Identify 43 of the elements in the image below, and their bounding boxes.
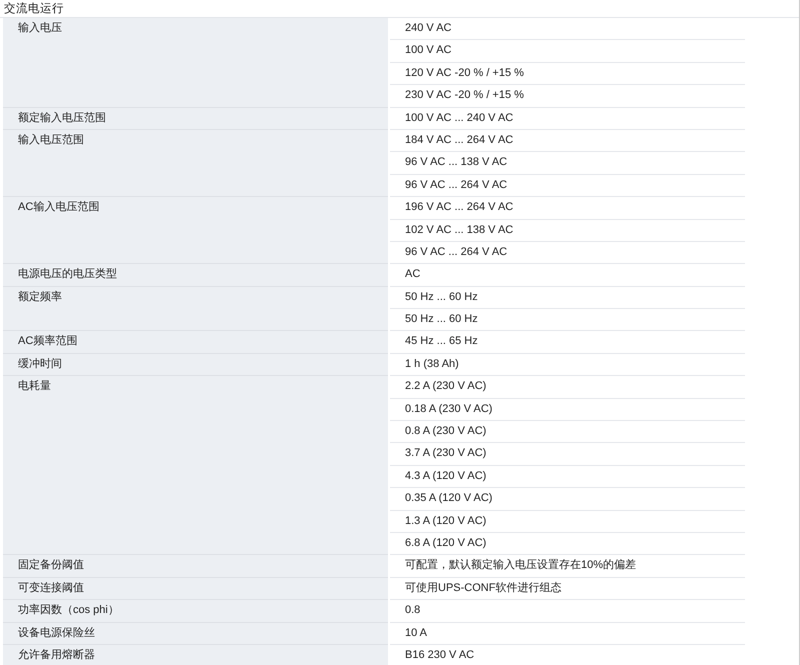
parameter-value: 184 V AC ... 264 V AC [389,129,745,152]
parameter-value: B16 230 V AC [389,644,745,665]
parameter-name: 设备电源保险丝 [3,622,389,644]
parameter-value: 240 V AC [389,18,745,40]
parameter-value: 4.3 A (120 V AC) [389,465,745,488]
parameter-name: 允许备用熔断器 [3,644,389,665]
parameter-value: 0.8 [389,600,745,622]
parameter-value: 45 Hz ... 65 Hz [389,330,745,354]
parameter-name: 输入电压范围 [3,129,389,197]
parameter-value: 可配置，默认额定输入电压设置存在10%的偏差 [389,554,745,578]
parameter-value: 100 V AC ... 240 V AC [389,107,745,130]
parameter-value: 102 V AC ... 138 V AC [389,219,745,242]
parameter-value: 120 V AC -20 % / +15 % [389,62,745,85]
parameter-value: 0.18 A (230 V AC) [389,398,745,421]
parameter-value: 96 V AC ... 138 V AC [389,152,745,174]
parameter-name: 可变连接阈值 [3,577,389,600]
parameter-value: 196 V AC ... 264 V AC [389,196,745,220]
parameter-name: AC频率范围 [3,330,389,354]
parameter-value: 0.8 A (230 V AC) [389,420,745,443]
parameter-value: 可使用UPS-CONF软件进行组态 [389,577,745,600]
parameter-value: 3.7 A (230 V AC) [389,442,745,466]
parameter-value: 50 Hz ... 60 Hz [389,308,745,331]
parameter-name: 输入电压 [3,18,389,108]
parameter-name: 功率因数（cos phi） [3,600,389,622]
parameter-name: AC输入电压范围 [3,196,389,264]
parameter-value: 10 A [389,622,745,644]
parameter-value: 50 Hz ... 60 Hz [389,286,745,309]
parameter-value: 2.2 A (230 V AC) [389,376,745,398]
parameter-value: 1 h (38 Ah) [389,353,745,376]
parameter-name: 固定备份阈值 [3,554,389,578]
parameter-value: AC [389,264,745,286]
parameter-name: 电耗量 [3,376,389,555]
parameter-value: 230 V AC -20 % / +15 % [389,84,745,108]
parameter-name: 电源电压的电压类型 [3,264,389,286]
parameter-value: 96 V AC ... 264 V AC [389,174,745,197]
parameter-name: 额定频率 [3,286,389,331]
parameter-name: 缓冲时间 [3,353,389,376]
parameter-value: 0.35 A (120 V AC) [389,488,745,510]
parameter-value: 100 V AC [389,40,745,62]
parameter-value: 1.3 A (120 V AC) [389,510,745,532]
parameter-value: 96 V AC ... 264 V AC [389,241,745,264]
parameter-value: 6.8 A (120 V AC) [389,532,745,555]
parameter-name: 额定输入电压范围 [3,107,389,130]
